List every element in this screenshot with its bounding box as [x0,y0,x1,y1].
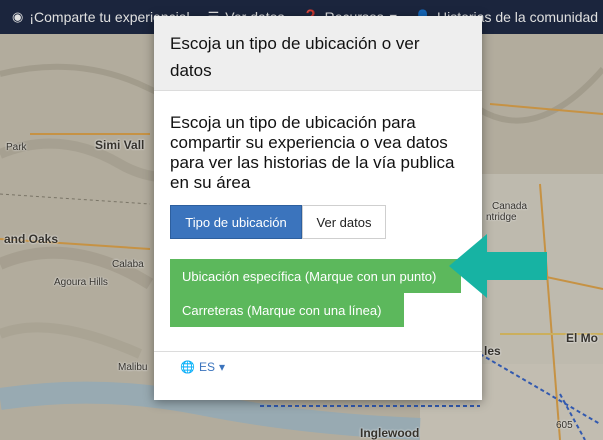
modal-prompt: Escoja un tipo de ubicación para compart… [170,113,455,192]
tab-view-data[interactable]: Ver datos [302,205,386,239]
tab-location-type[interactable]: Tipo de ubicación [170,205,302,239]
globe-icon: 🌐 [180,360,195,374]
modal-body: Escoja un tipo de ubicación para compart… [154,91,482,327]
roads-line-button[interactable]: Carreteras (Marque con una línea) [170,293,404,327]
arrow-icon [449,234,547,298]
modal-title: Escoja un tipo de ubicación o ver datos [154,16,482,91]
location-type-modal: Escoja un tipo de ubicación o ver datos … [154,16,482,400]
caret-down-icon: ▾ [218,360,225,374]
modal-tabs: Tipo de ubicación Ver datos [170,205,466,239]
language-selector[interactable]: 🌐 ES ▾ [180,360,225,374]
specific-location-button[interactable]: Ubicación específica (Marque con un punt… [170,259,461,293]
language-label: ES [198,360,215,374]
modal-divider [154,351,482,352]
